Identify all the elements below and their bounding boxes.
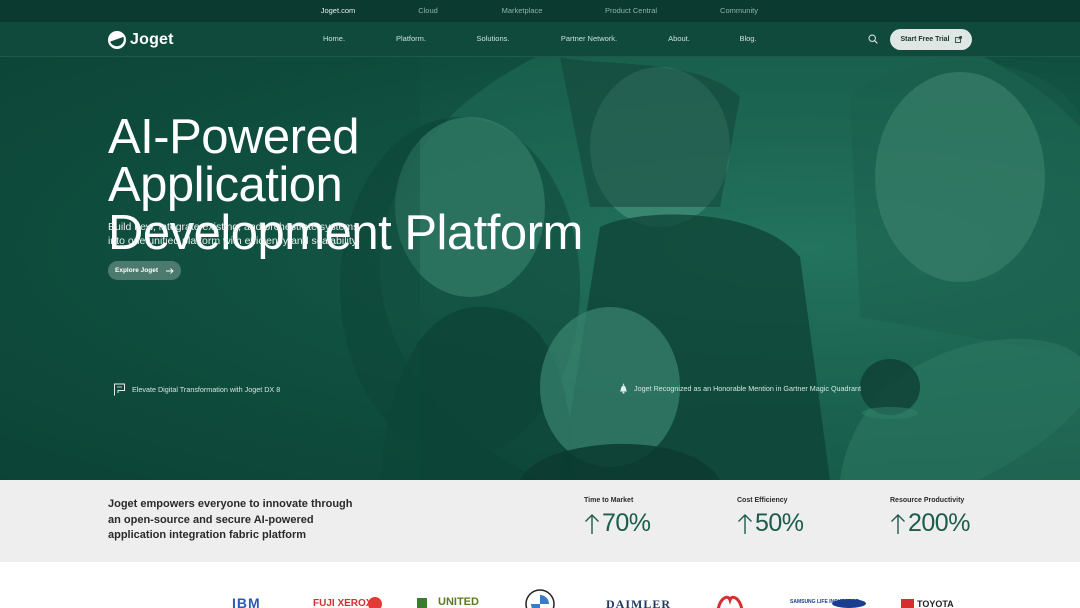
search-icon[interactable] xyxy=(868,34,878,44)
explore-joget-label: Explore Joget xyxy=(115,267,158,274)
stat-cost-efficiency: Cost Efficiency 50% xyxy=(737,497,804,538)
announcement-dx8-text: Elevate Digital Transformation with Joge… xyxy=(132,385,281,394)
customer-logos: IBM FUJI XEROX UNITED DAIMLER SAMSUNG LI… xyxy=(0,562,1080,608)
samsung-oval-icon xyxy=(832,599,866,608)
logo-mark-icon xyxy=(108,31,126,49)
jardines-logo-icon xyxy=(716,595,744,608)
stat-time-to-market: Time to Market 70% xyxy=(584,497,651,538)
utility-link-community[interactable]: Community xyxy=(720,6,758,15)
stats-band: Joget empowers everyone to innovate thro… xyxy=(0,480,1080,562)
nav-item-home[interactable]: Home. xyxy=(323,34,345,43)
stat-value: 70% xyxy=(602,509,651,537)
utility-link-cloud[interactable]: Cloud xyxy=(418,6,438,15)
stat-resource-productivity: Resource Productivity 200% xyxy=(890,497,970,538)
bell-icon xyxy=(620,383,627,394)
joget-logo[interactable]: Joget xyxy=(108,30,174,50)
start-free-trial-label: Start Free Trial xyxy=(900,36,950,43)
john-deere-icon xyxy=(417,598,427,608)
utility-link-joget-com[interactable]: Joget.com xyxy=(321,6,356,15)
announcement-gartner-link[interactable]: Joget Recognized as an Honorable Mention… xyxy=(619,383,861,394)
nav-item-partner-network[interactable]: Partner Network. xyxy=(561,34,617,43)
arrow-right-icon xyxy=(165,267,174,274)
logo-united: UNITED xyxy=(438,596,479,608)
flag-icon xyxy=(114,383,125,396)
external-link-icon xyxy=(954,36,962,43)
nav-item-solutions[interactable]: Solutions. xyxy=(477,34,510,43)
utility-link-marketplace[interactable]: Marketplace xyxy=(502,6,543,15)
logo-daimler: DAIMLER xyxy=(606,597,672,608)
arrow-up-icon xyxy=(891,513,905,534)
nav-item-about[interactable]: About. xyxy=(668,34,690,43)
stat-label: Time to Market xyxy=(584,497,634,504)
arrow-up-icon xyxy=(738,513,752,534)
start-free-trial-button[interactable]: Start Free Trial xyxy=(890,29,972,50)
hero-title-line1: AI-Powered Application xyxy=(108,110,360,212)
utility-bar: Joget.com Cloud Marketplace Product Cent… xyxy=(0,0,1080,22)
toyota-mark-icon xyxy=(901,599,914,608)
logo-toyota: TOYOTA xyxy=(917,599,954,608)
announcement-gartner-text: Joget Recognized as an Honorable Mention… xyxy=(634,384,861,393)
utility-link-product-central[interactable]: Product Central xyxy=(605,6,657,15)
nav-item-platform[interactable]: Platform. xyxy=(396,34,426,43)
hero-section: AI-Powered Application Development Platf… xyxy=(0,57,1080,480)
stat-value: 50% xyxy=(755,509,804,537)
fuji-xerox-mark-icon xyxy=(368,597,382,608)
hero-subtitle: Build new, integrate existing, and orche… xyxy=(108,221,360,247)
bmw-logo-icon xyxy=(525,589,555,608)
stat-label: Cost Efficiency xyxy=(737,497,788,504)
stat-value: 200% xyxy=(908,509,970,537)
explore-joget-button[interactable]: Explore Joget xyxy=(108,261,181,280)
nav-item-blog[interactable]: Blog. xyxy=(739,34,756,43)
logo-fuji-xerox: FUJI XEROX xyxy=(313,598,373,608)
logo-text: Joget xyxy=(130,31,174,48)
stats-tagline: Joget empowers everyone to innovate thro… xyxy=(108,498,353,541)
stat-label: Resource Productivity xyxy=(890,497,965,504)
arrow-up-icon xyxy=(585,513,599,534)
logo-ibm: IBM xyxy=(232,595,261,608)
announcement-dx8-link[interactable]: Elevate Digital Transformation with Joge… xyxy=(113,383,280,396)
